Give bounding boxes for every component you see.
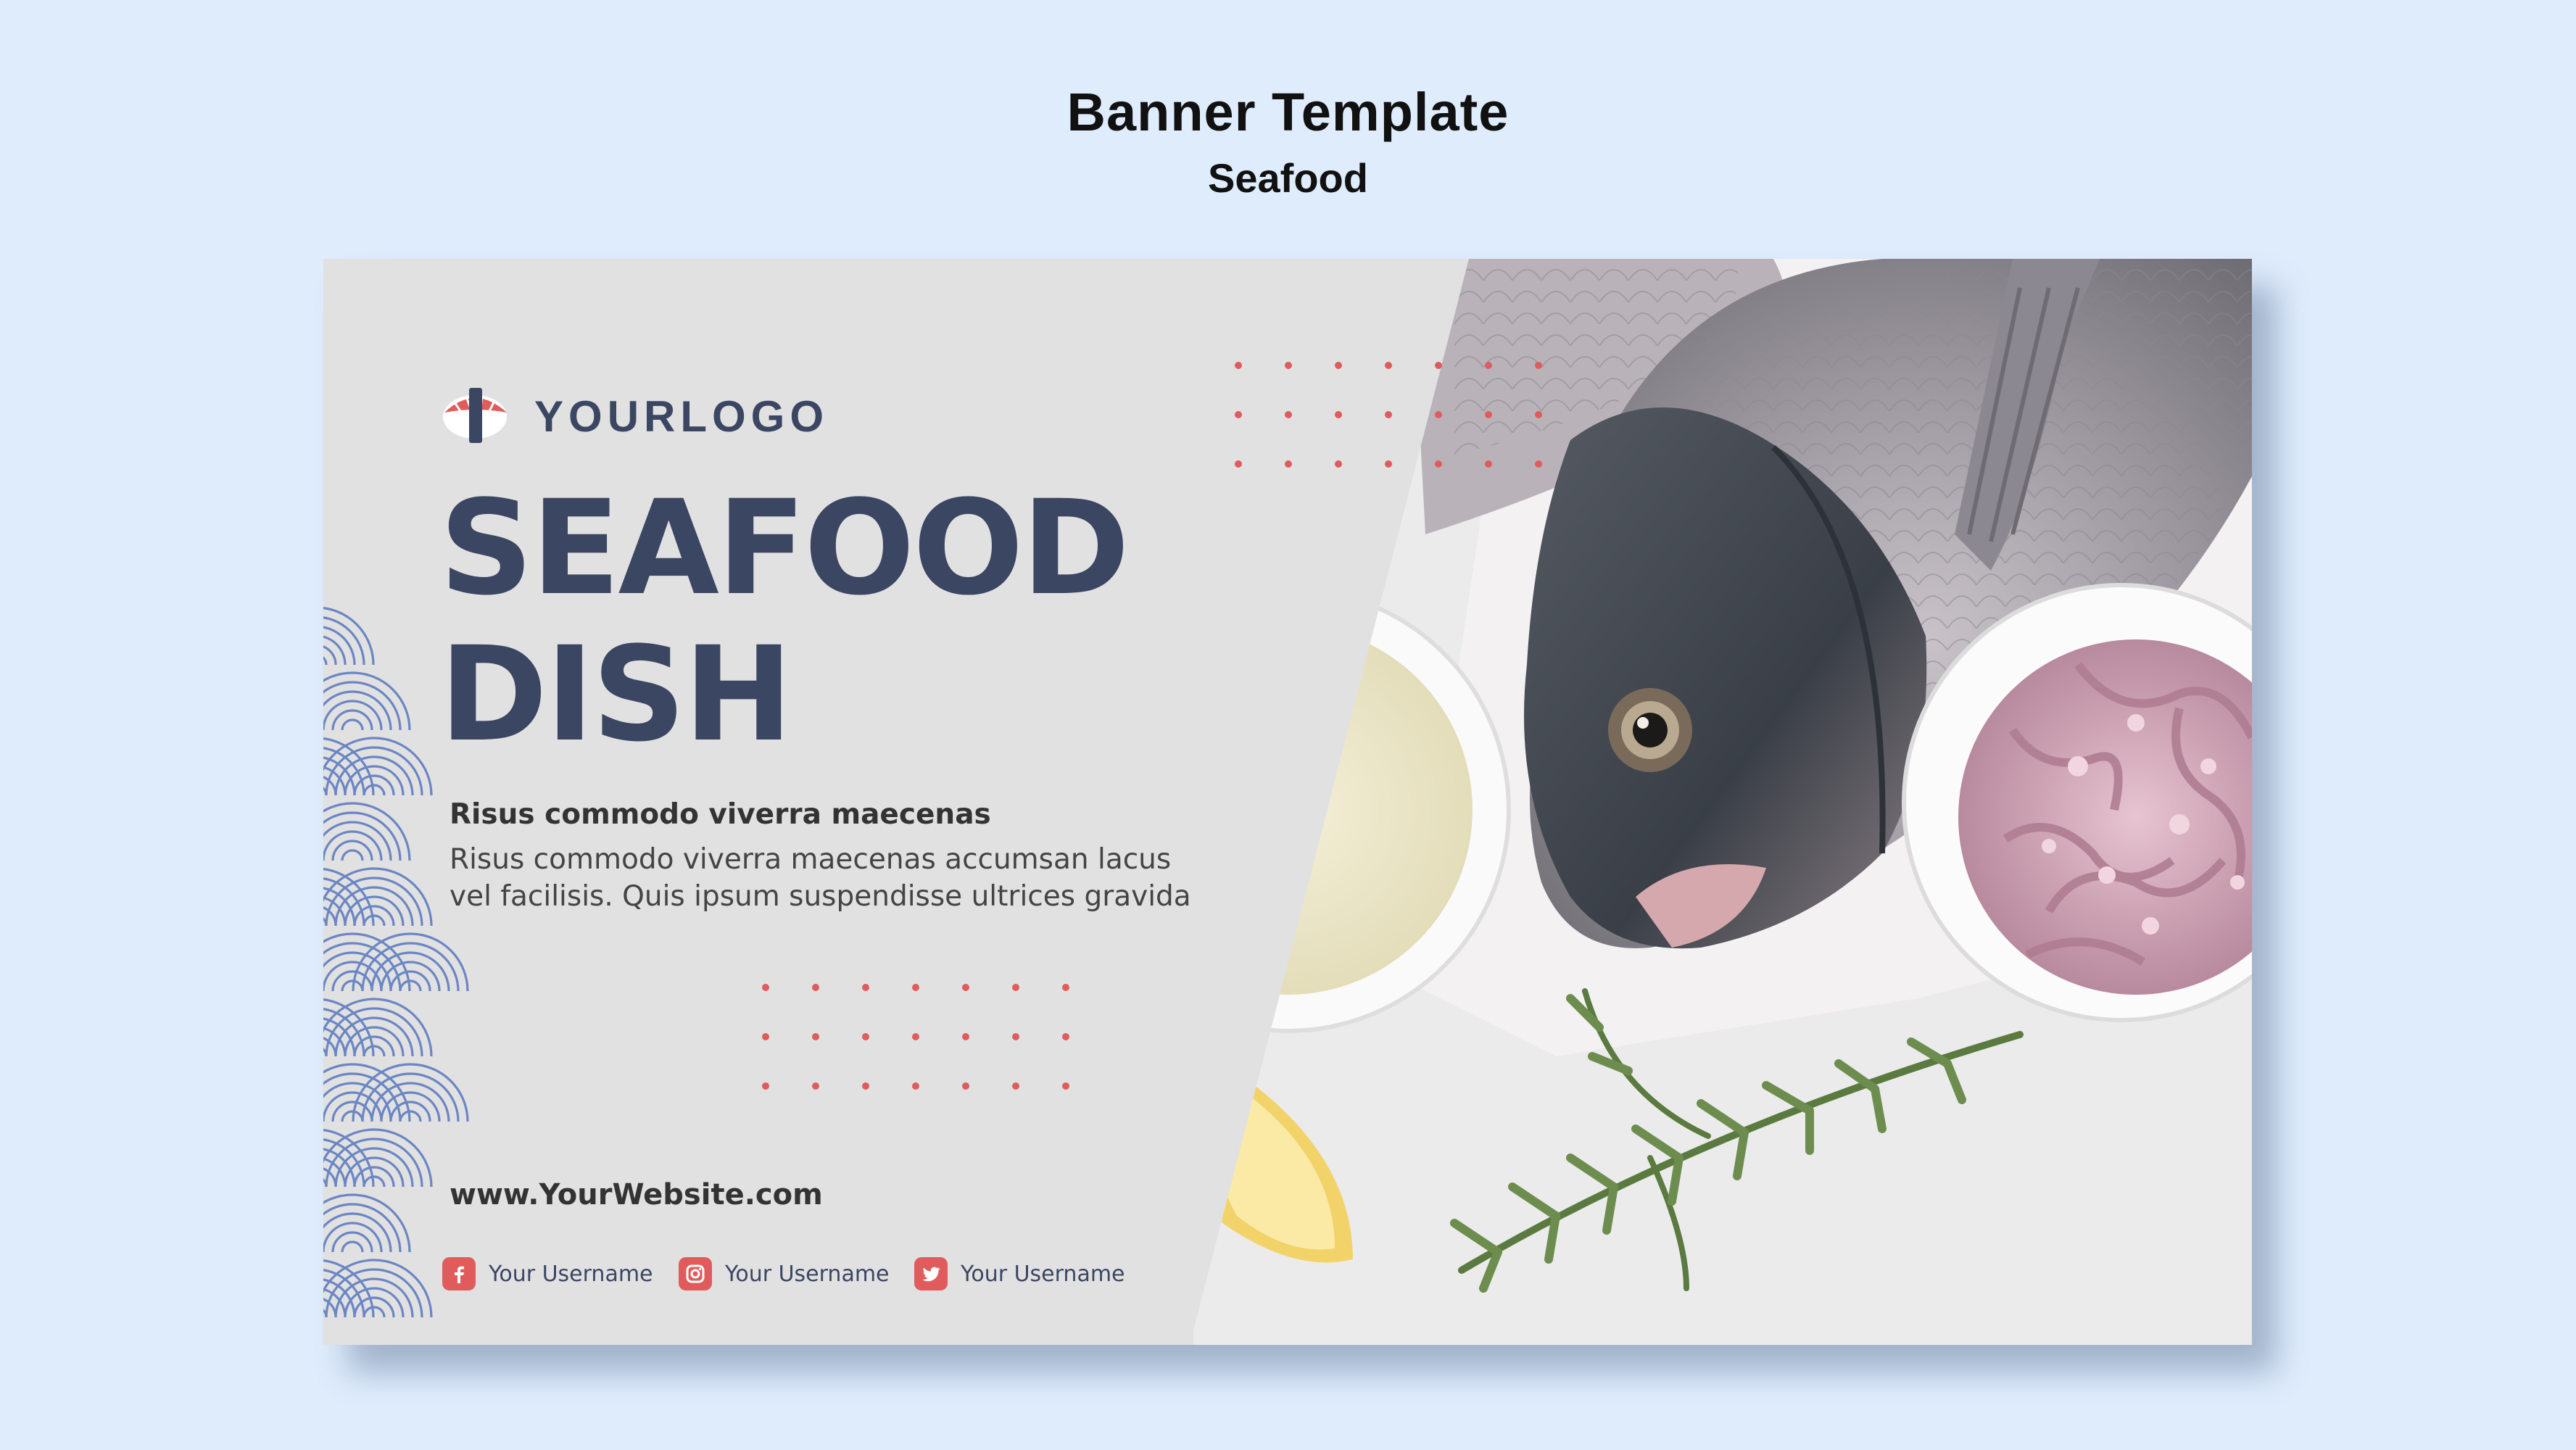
- social-instagram[interactable]: Your Username: [679, 1256, 890, 1291]
- wave-arc: [341, 718, 364, 731]
- body-text-line-2: vel facilisis. Quis ipsum suspendisse ul…: [450, 880, 1191, 913]
- decor-dot: [1535, 460, 1542, 468]
- decor-dot: [762, 1033, 769, 1040]
- social-username: Your Username: [489, 1261, 653, 1287]
- sushi-logo-icon: [443, 388, 507, 443]
- decor-dot: [1285, 411, 1292, 418]
- social-username: Your Username: [725, 1261, 890, 1287]
- website-link[interactable]: www.YourWebsite.com: [450, 1178, 823, 1211]
- decor-dot: [1012, 1082, 1019, 1090]
- decor-dot: [912, 984, 919, 991]
- decor-dot: [1435, 362, 1442, 369]
- decor-dot: [962, 1033, 969, 1040]
- decor-dot: [1535, 411, 1542, 418]
- decor-dot: [962, 984, 969, 991]
- wave-arc: [323, 671, 411, 731]
- wave-arc: [341, 849, 364, 861]
- decor-dot: [1012, 1033, 1019, 1040]
- social-facebook[interactable]: Your Username: [442, 1256, 653, 1291]
- decor-dot: [862, 1082, 869, 1090]
- decor-dot: [1435, 460, 1442, 468]
- wave-arc: [323, 802, 411, 861]
- wave-arc: [323, 1193, 411, 1253]
- decor-dot: [1335, 460, 1342, 468]
- instagram-icon: [679, 1257, 712, 1290]
- body-text-line-1: Risus commodo viverra maecenas accumsan …: [450, 843, 1172, 876]
- decor-dot: [1535, 362, 1542, 369]
- decor-dot: [1385, 460, 1392, 468]
- wave-arc: [323, 656, 328, 666]
- decor-dot: [812, 984, 819, 991]
- decor-dot: [1385, 411, 1392, 418]
- decor-dot: [862, 984, 869, 991]
- wave-arc: [323, 932, 411, 992]
- decor-dot: [1235, 411, 1242, 418]
- social-twitter[interactable]: Your Username: [914, 1256, 1125, 1291]
- seafood-banner: YOURLOGO SEAFOOD DISH Risus commodo vive…: [323, 259, 2252, 1345]
- decor-dot: [1335, 411, 1342, 418]
- decor-dot: [1385, 362, 1392, 369]
- decor-dot: [1012, 984, 1019, 991]
- decor-dot: [812, 1033, 819, 1040]
- decor-dot: [912, 1082, 919, 1090]
- decor-dot: [1485, 411, 1492, 418]
- decor-dot: [962, 1082, 969, 1090]
- decor-dot: [1435, 411, 1442, 418]
- facebook-icon: [442, 1257, 476, 1290]
- headline-line-1: SEAFOOD: [439, 473, 1130, 624]
- decor-dot: [1235, 362, 1242, 369]
- subheading: Risus commodo viverra maecenas: [450, 798, 991, 831]
- decor-dot: [1062, 1033, 1069, 1040]
- dot-grid-pattern: [762, 362, 1542, 1090]
- wave-arc: [323, 1063, 411, 1122]
- decor-dot: [1285, 460, 1292, 468]
- decor-dot: [1335, 362, 1342, 369]
- page-subtitle: Seafood: [1208, 155, 1368, 201]
- page-title: Banner Template: [1067, 82, 1509, 142]
- decor-dot: [812, 1082, 819, 1090]
- decor-dot: [1235, 460, 1242, 468]
- decor-dot: [1285, 362, 1292, 369]
- decor-dot: [1062, 984, 1069, 991]
- decor-dot: [912, 1033, 919, 1040]
- logo-text: YOURLOGO: [534, 392, 829, 441]
- headline-line-2: DISH: [439, 619, 793, 771]
- social-username: Your Username: [961, 1261, 1125, 1287]
- decor-dot: [862, 1033, 869, 1040]
- wave-arc: [341, 1240, 364, 1253]
- decor-dot: [1485, 362, 1492, 369]
- decor-dot: [762, 1082, 769, 1090]
- decor-dot: [1485, 460, 1492, 468]
- decor-dot: [762, 984, 769, 991]
- decor-dot: [1062, 1082, 1069, 1090]
- wave-arc: [323, 607, 375, 666]
- twitter-icon: [914, 1257, 948, 1290]
